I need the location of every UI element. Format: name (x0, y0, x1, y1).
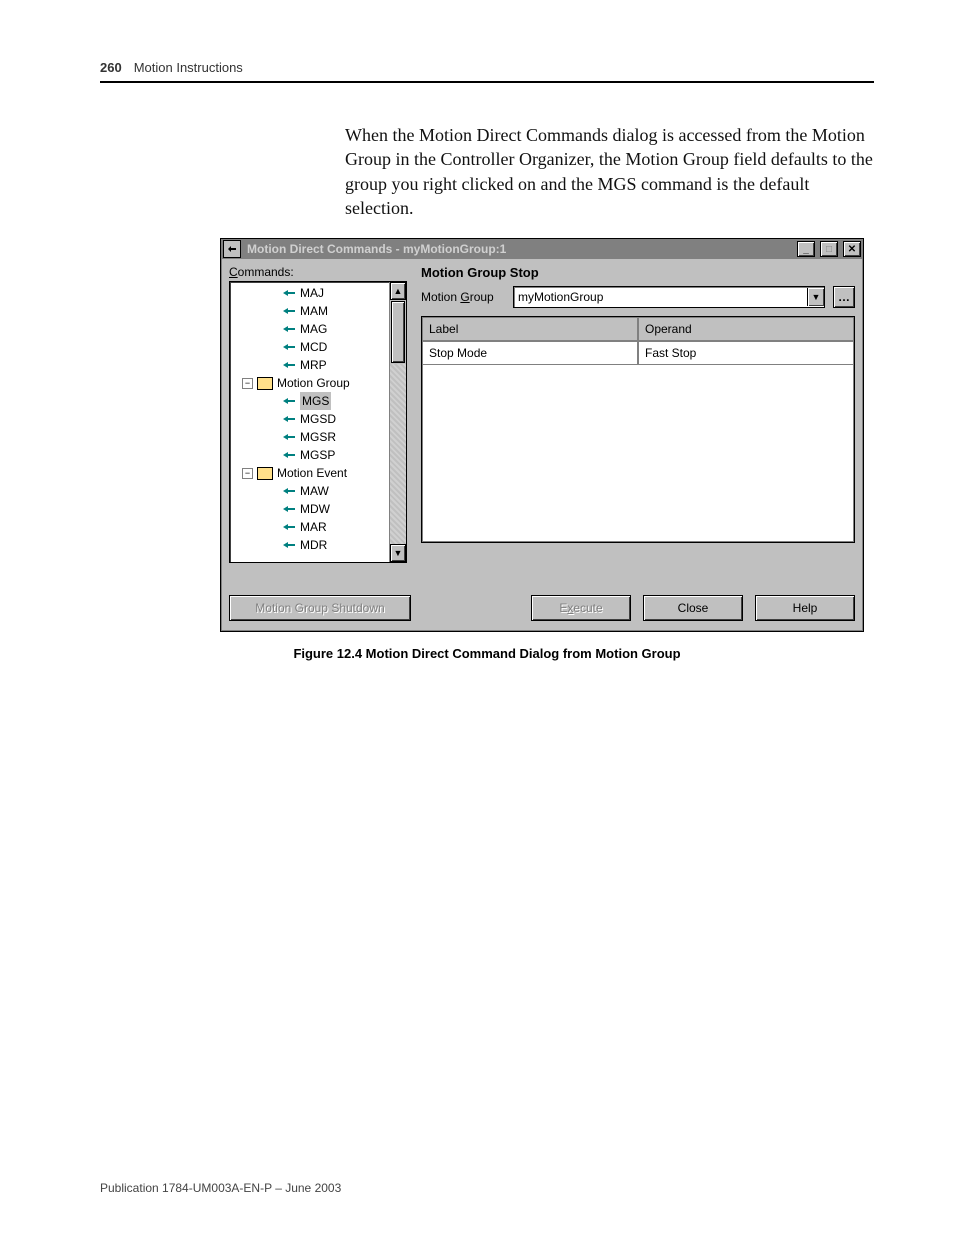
command-icon (282, 414, 296, 425)
sysmenu-icon[interactable] (223, 240, 241, 258)
command-title: Motion Group Stop (421, 265, 855, 280)
command-icon (282, 504, 296, 515)
tree-item[interactable]: MGSR (234, 428, 387, 446)
scroll-up-icon[interactable]: ▲ (390, 282, 406, 300)
command-icon (282, 342, 296, 353)
page-footer: Publication 1784-UM003A-EN-P – June 2003 (100, 1181, 341, 1195)
figure-caption: Figure 12.4 Motion Direct Command Dialog… (100, 646, 874, 661)
collapse-icon[interactable]: − (242, 468, 253, 479)
command-icon (282, 450, 296, 461)
minimize-button[interactable]: _ (797, 241, 815, 257)
operand-grid[interactable]: Label Operand Stop Mode Fast Stop (421, 316, 855, 543)
command-icon (282, 540, 296, 551)
command-icon (282, 306, 296, 317)
scroll-track[interactable] (390, 364, 406, 544)
header-rule (100, 81, 874, 83)
command-icon (282, 432, 296, 443)
grid-empty-area (422, 365, 854, 542)
command-icon (282, 486, 296, 497)
motion-group-value: myMotionGroup (514, 290, 807, 304)
grid-header-operand: Operand (638, 317, 854, 341)
maximize-button[interactable]: □ (820, 241, 838, 257)
command-icon (282, 288, 296, 299)
tree-item[interactable]: MGSP (234, 446, 387, 464)
close-button-bottom[interactable]: Close (643, 595, 743, 621)
intro-paragraph: When the Motion Direct Commands dialog i… (345, 123, 874, 220)
motion-group-combo[interactable]: myMotionGroup ▼ (513, 286, 825, 308)
tree-item[interactable]: MAJ (234, 284, 387, 302)
command-icon (282, 522, 296, 533)
folder-icon (257, 467, 273, 480)
commands-tree[interactable]: MAJ MAM MAG MCD MRP − Motion Group MGS (229, 281, 407, 563)
tree-item[interactable]: MDR (234, 536, 387, 554)
tree-folder-motion-event[interactable]: − Motion Event (234, 464, 387, 482)
tree-item[interactable]: MAG (234, 320, 387, 338)
motion-direct-commands-dialog: Motion Direct Commands - myMotionGroup:1… (220, 238, 864, 632)
command-icon (282, 396, 296, 407)
tree-item[interactable]: MDW (234, 500, 387, 518)
command-icon (282, 324, 296, 335)
help-button[interactable]: Help (755, 595, 855, 621)
window-title: Motion Direct Commands - myMotionGroup:1 (245, 242, 792, 256)
tree-item[interactable]: MAR (234, 518, 387, 536)
page-number: 260 (100, 60, 122, 75)
scroll-thumb[interactable] (391, 301, 405, 363)
section-title: Motion Instructions (134, 60, 243, 75)
page-header: 260 Motion Instructions (100, 60, 874, 75)
scroll-down-icon[interactable]: ▼ (390, 544, 406, 562)
motion-group-shutdown-button[interactable]: Motion Group Shutdown (229, 595, 411, 621)
motion-group-label: Motion Group (421, 290, 505, 304)
tree-scrollbar[interactable]: ▲ ▼ (389, 282, 406, 562)
close-button[interactable]: ✕ (843, 241, 861, 257)
tree-item[interactable]: MRP (234, 356, 387, 374)
titlebar[interactable]: Motion Direct Commands - myMotionGroup:1… (221, 239, 863, 259)
command-icon (282, 360, 296, 371)
chevron-down-icon[interactable]: ▼ (807, 288, 824, 306)
commands-label: Commands: (229, 265, 407, 279)
collapse-icon[interactable]: − (242, 378, 253, 389)
tree-item-mgs[interactable]: MGS (234, 392, 387, 410)
grid-header-label: Label (422, 317, 638, 341)
execute-button[interactable]: Execute (531, 595, 631, 621)
tree-item[interactable]: MAM (234, 302, 387, 320)
tree-item[interactable]: MAW (234, 482, 387, 500)
browse-button[interactable]: … (833, 286, 855, 308)
folder-icon (257, 377, 273, 390)
tree-folder-motion-group[interactable]: − Motion Group (234, 374, 387, 392)
grid-cell-operand[interactable]: Fast Stop (638, 341, 854, 365)
tree-item[interactable]: MCD (234, 338, 387, 356)
grid-cell-label[interactable]: Stop Mode (422, 341, 638, 365)
tree-item[interactable]: MGSD (234, 410, 387, 428)
